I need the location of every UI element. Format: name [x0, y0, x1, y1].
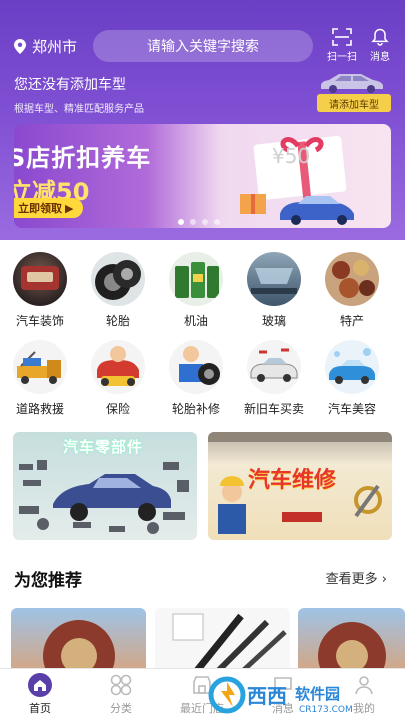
- scan-label: 扫一扫: [327, 52, 357, 63]
- location-pin-icon: [14, 39, 26, 54]
- banner-dot[interactable]: [190, 219, 196, 225]
- category-label: 保险: [105, 402, 130, 416]
- tab-home[interactable]: 首页: [0, 673, 80, 716]
- road-rescue-icon: [13, 340, 67, 394]
- promo-banner[interactable]: S店折扣养车 立减50 立即领取 ▶ ¥50: [14, 124, 391, 228]
- banner-pagination: [178, 219, 220, 225]
- app-home-page: 郑州市 请输入关键字搜索 扫一扫 消息 您还没有添加车型 根据车型、精准匹配服务…: [0, 0, 405, 720]
- category-car-decoration[interactable]: 汽车装饰: [2, 252, 78, 329]
- message-button[interactable]: 消息: [360, 28, 400, 63]
- bottom-tab-bar: 首页 分类 最近门店 消息 我的 西西 软件园 CR173.COM: [0, 668, 405, 720]
- banner-dot[interactable]: [214, 219, 220, 225]
- category-label: 新旧车买卖: [243, 402, 304, 416]
- scan-button[interactable]: 扫一扫: [322, 28, 362, 63]
- insurance-icon: [91, 340, 145, 394]
- engine-oil-icon: [169, 252, 223, 306]
- scan-icon: [332, 28, 352, 46]
- banner-dot[interactable]: [178, 219, 184, 225]
- category-glass[interactable]: 玻璃: [236, 252, 312, 329]
- promo-card-car-repair[interactable]: 汽车维修: [208, 432, 392, 540]
- auto-parts-illustration: [19, 460, 189, 534]
- location-label: 郑州市: [32, 38, 78, 56]
- site-watermark-logo: 西西 软件园 CR173.COM: [208, 676, 353, 714]
- category-grid-icon: [110, 674, 132, 696]
- location-selector[interactable]: 郑州市: [14, 36, 77, 57]
- category-engine-oil[interactable]: 机油: [158, 252, 234, 329]
- bell-icon: [371, 28, 389, 46]
- category-specialty[interactable]: 特产: [314, 252, 390, 329]
- category-label: 玻璃: [261, 314, 286, 328]
- add-car-button[interactable]: 请添加车型: [317, 94, 391, 112]
- promo-card-auto-parts[interactable]: 汽车零部件: [13, 432, 197, 540]
- category-insurance[interactable]: 保险: [80, 340, 156, 417]
- category-label: 轮胎补修: [171, 402, 220, 416]
- tab-category[interactable]: 分类: [81, 673, 161, 716]
- category-label: 汽车装饰: [15, 314, 64, 328]
- banner-claim-label: 立即领取: [18, 202, 62, 215]
- banner-claim-button[interactable]: 立即领取 ▶: [14, 198, 84, 218]
- category-tire[interactable]: 轮胎: [80, 252, 156, 329]
- category-car-trade[interactable]: 新旧车买卖: [236, 340, 312, 417]
- tire-repair-icon: [169, 340, 223, 394]
- home-icon: [28, 673, 52, 697]
- svg-text:CR173.COM: CR173.COM: [299, 705, 353, 714]
- message-label: 消息: [370, 52, 390, 63]
- category-tire-repair[interactable]: 轮胎补修: [158, 340, 234, 417]
- tab-label: 首页: [29, 702, 51, 715]
- banner-headline: S店折扣养车: [14, 144, 152, 172]
- category-road-rescue[interactable]: 道路救援: [2, 340, 78, 417]
- car-prompt: 您还没有添加车型 根据车型、精准匹配服务产品: [14, 74, 144, 115]
- view-more-link[interactable]: 查看更多 ›: [326, 568, 387, 587]
- svg-text:软件园: 软件园: [295, 685, 340, 703]
- category-label: 道路救援: [15, 402, 64, 416]
- car-silhouette-icon: [321, 74, 383, 93]
- glass-icon: [247, 252, 301, 306]
- car-wash-icon: [325, 340, 379, 394]
- car-prompt-subtitle: 根据车型、精准匹配服务产品: [14, 104, 144, 115]
- tab-label: 分类: [110, 702, 132, 715]
- category-label: 机油: [183, 314, 208, 328]
- car-trade-icon: [247, 340, 301, 394]
- category-label: 汽车美容: [327, 402, 376, 416]
- arrow-right-icon: ▶: [65, 201, 74, 215]
- banner-dot[interactable]: [202, 219, 208, 225]
- mechanic-illustration: [218, 476, 382, 534]
- category-car-wash[interactable]: 汽车美容: [314, 340, 390, 417]
- search-input[interactable]: 请输入关键字搜索: [93, 30, 313, 62]
- recommend-title: 为您推荐: [14, 571, 82, 591]
- header: 郑州市 请输入关键字搜索 扫一扫 消息 您还没有添加车型 根据车型、精准匹配服务…: [0, 0, 405, 240]
- search-placeholder: 请输入关键字搜索: [147, 39, 259, 55]
- tire-icon: [91, 252, 145, 306]
- car-decoration-icon: [13, 252, 67, 306]
- car-prompt-title: 您还没有添加车型: [14, 77, 126, 93]
- specialty-icon: [325, 252, 379, 306]
- category-label: 特产: [339, 314, 364, 328]
- category-label: 轮胎: [105, 314, 130, 328]
- svg-text:西西: 西西: [247, 684, 287, 708]
- voucher-amount: ¥50: [272, 144, 311, 168]
